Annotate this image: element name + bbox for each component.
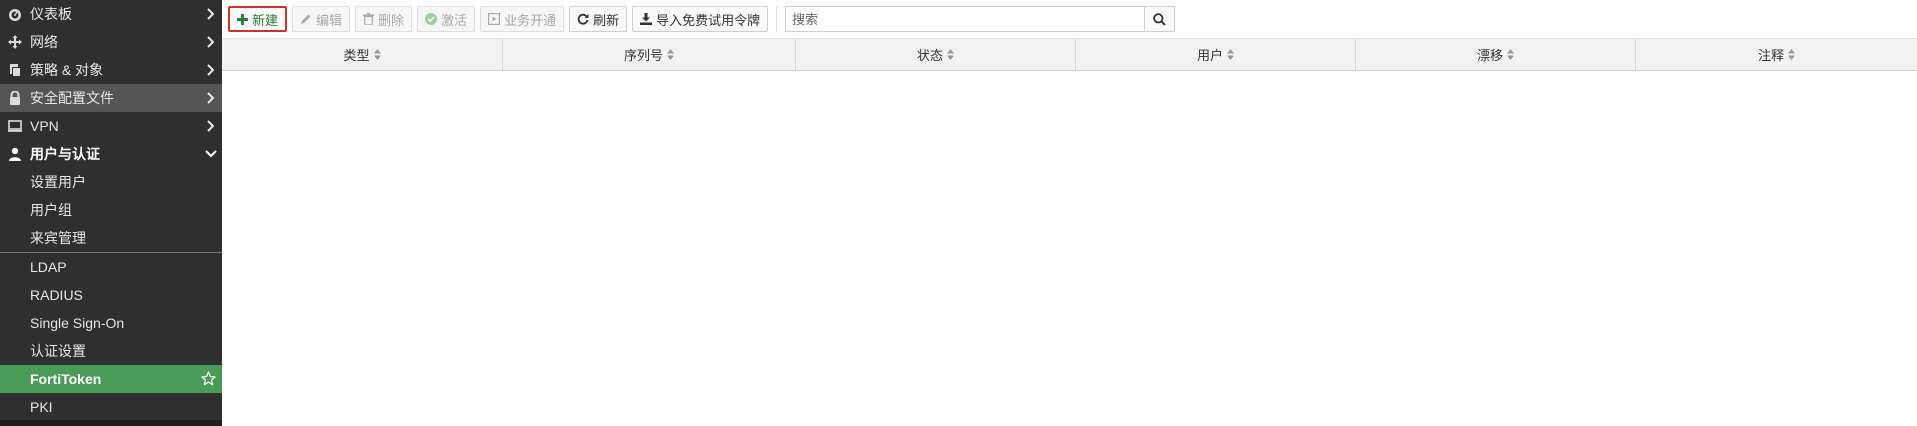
- refresh-icon: [577, 13, 589, 25]
- column-header-label: 类型: [343, 48, 370, 63]
- sidebar-subitem-label: RADIUS: [30, 287, 83, 303]
- search-box: [785, 6, 1176, 32]
- sidebar-subitem-fortitoken[interactable]: FortiToken: [0, 365, 222, 393]
- star-icon[interactable]: [201, 371, 216, 389]
- sort-icon: [373, 49, 381, 60]
- sidebar-item-label: 网络: [30, 34, 58, 50]
- sidebar-subitem-user-definition[interactable]: 设置用户: [0, 168, 222, 196]
- column-header-status[interactable]: 状态: [796, 39, 1076, 70]
- trash-icon: [363, 13, 375, 25]
- monitor-icon: [0, 119, 30, 133]
- delete-button-label: 删除: [378, 12, 405, 28]
- policy-icon: [0, 63, 30, 77]
- activate-button-label: 激活: [441, 12, 468, 28]
- sidebar-item-user-auth[interactable]: 用户与认证: [0, 140, 222, 168]
- sidebar-subitem-label: PKI: [30, 399, 53, 415]
- chevron-right-icon: [200, 92, 222, 104]
- sidebar-item-label: 仪表板: [30, 6, 72, 22]
- search-icon: [1153, 12, 1166, 26]
- sidebar-item-dashboard[interactable]: 仪表板: [0, 0, 222, 28]
- chevron-right-icon: [200, 36, 222, 48]
- sidebar-item-policy[interactable]: 策略 & 对象: [0, 56, 222, 84]
- sidebar-subitem-label: 设置用户: [30, 174, 86, 190]
- sidebar-item-label: 安全配置文件: [30, 90, 114, 106]
- sort-icon: [947, 49, 954, 60]
- column-header-label: 注释: [1757, 48, 1784, 63]
- refresh-button-label: 刷新: [593, 12, 620, 28]
- sidebar-item-security-profiles[interactable]: 安全配置文件: [0, 84, 222, 112]
- play-square-icon: [488, 13, 501, 25]
- column-header-comments[interactable]: 注释: [1636, 39, 1917, 70]
- activate-button[interactable]: 激活: [417, 6, 476, 32]
- sidebar: 仪表板 网络 策略 & 对象 安全配置文件 VPN 用户与认证 设置用户 用户组…: [0, 0, 222, 426]
- sidebar-item-label: 用户与认证: [30, 146, 100, 162]
- sidebar-subitem-guest-management[interactable]: 来宾管理: [0, 224, 222, 252]
- table-header: 类型 序列号 状态 用户 漂移 注释: [222, 38, 1917, 71]
- edit-button-label: 编辑: [316, 12, 343, 28]
- column-header-label: 序列号: [623, 48, 663, 63]
- chevron-right-icon: [200, 8, 222, 20]
- delete-button[interactable]: 删除: [355, 6, 413, 32]
- sidebar-subitem-radius[interactable]: RADIUS: [0, 281, 222, 309]
- chevron-right-icon: [200, 64, 222, 76]
- search-button[interactable]: [1145, 6, 1176, 32]
- new-button[interactable]: 新建: [228, 6, 288, 32]
- lock-icon: [0, 91, 30, 105]
- column-header-label: 漂移: [1476, 48, 1503, 63]
- column-header-user[interactable]: 用户: [1076, 39, 1356, 70]
- sidebar-subitem-label: FortiToken: [30, 371, 102, 387]
- sort-icon: [667, 49, 674, 60]
- sidebar-subitem-auth-settings[interactable]: 认证设置: [0, 337, 222, 365]
- user-icon: [0, 147, 30, 161]
- sidebar-subitem-label: 认证设置: [30, 343, 86, 359]
- edit-button[interactable]: 编辑: [292, 6, 351, 32]
- toolbar-divider: [776, 6, 778, 32]
- download-icon: [640, 13, 653, 25]
- chevron-right-icon: [200, 120, 222, 132]
- sidebar-subitem-sso[interactable]: Single Sign-On: [0, 309, 222, 337]
- import-button-label: 导入免费试用令牌: [656, 12, 761, 28]
- chevron-down-icon: [200, 150, 222, 158]
- column-header-label: 用户: [1196, 48, 1223, 63]
- search-input[interactable]: [785, 6, 1146, 32]
- import-trial-tokens-button[interactable]: 导入免费试用令牌: [632, 6, 769, 32]
- sidebar-item-label: VPN: [30, 118, 59, 134]
- sidebar-item-vpn[interactable]: VPN: [0, 112, 222, 140]
- column-header-type[interactable]: 类型: [222, 39, 503, 70]
- sidebar-item-label: 策略 & 对象: [30, 62, 104, 78]
- provision-button[interactable]: 业务开通: [480, 6, 565, 32]
- refresh-button[interactable]: 刷新: [569, 6, 628, 32]
- sidebar-subitem-label: LDAP: [30, 259, 67, 275]
- sort-icon: [1788, 49, 1795, 60]
- sidebar-subitem-ldap[interactable]: LDAP: [0, 253, 222, 281]
- column-header-label: 状态: [916, 48, 943, 63]
- sidebar-subitem-label: Single Sign-On: [30, 315, 125, 331]
- sidebar-subitem-label: 来宾管理: [30, 230, 86, 246]
- new-button-label: 新建: [252, 12, 279, 28]
- plus-icon: [237, 13, 248, 25]
- sort-icon: [1227, 49, 1234, 60]
- sidebar-subitem-user-groups[interactable]: 用户组: [0, 196, 222, 224]
- sidebar-item-network[interactable]: 网络: [0, 28, 222, 56]
- sidebar-subitem-pki[interactable]: PKI: [0, 393, 222, 421]
- provision-button-label: 业务开通: [504, 12, 557, 28]
- sort-icon: [1507, 49, 1514, 60]
- check-circle-icon: [425, 13, 438, 25]
- network-icon: [0, 35, 30, 49]
- dashboard-icon: [0, 7, 30, 21]
- toolbar: 新建 编辑 删除 激活 业务开通 刷新 导入免费试用令牌: [222, 0, 1917, 38]
- pencil-icon: [301, 14, 311, 24]
- column-header-serial[interactable]: 序列号: [503, 39, 796, 70]
- column-header-drift[interactable]: 漂移: [1356, 39, 1636, 70]
- sidebar-subitem-label: 用户组: [30, 202, 72, 218]
- sidebar-footer: [0, 420, 222, 426]
